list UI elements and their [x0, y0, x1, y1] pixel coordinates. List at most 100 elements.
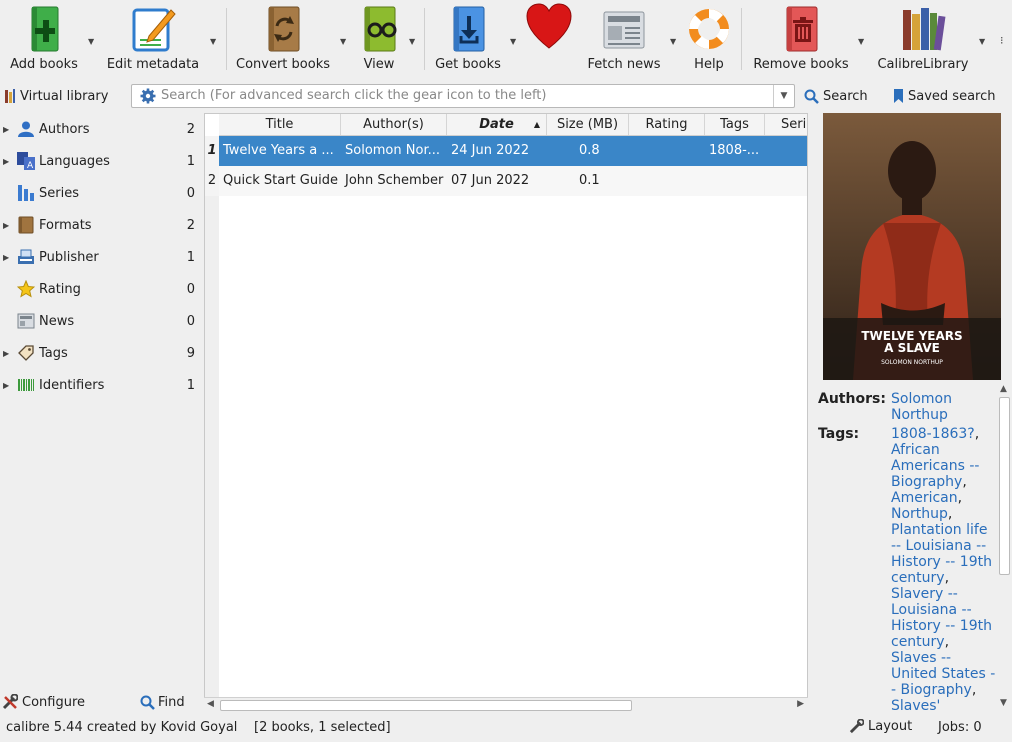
- tag-browser-series[interactable]: Series 0: [0, 177, 203, 209]
- search-button[interactable]: Search: [804, 86, 868, 106]
- tools-icon: [849, 719, 864, 734]
- scroll-down-arrow-icon[interactable]: ▼: [1000, 698, 1007, 708]
- tag-browser-news[interactable]: News 0: [0, 305, 203, 337]
- tag-browser-authors[interactable]: ▶ Authors 2: [0, 113, 203, 145]
- tag-browser-label: Series: [39, 185, 79, 201]
- horizontal-scrollbar[interactable]: ◀ ▶: [204, 697, 808, 713]
- saved-search-button[interactable]: Saved search: [893, 86, 995, 106]
- scroll-left-arrow-icon[interactable]: ◀: [207, 699, 214, 709]
- tag-browser-tags[interactable]: ▶ Tags 9: [0, 337, 203, 369]
- table-row[interactable]: Twelve Years a ... Solomon Nor... 24 Jun…: [219, 136, 807, 166]
- expand-arrow-icon[interactable]: ▶: [3, 157, 9, 166]
- virtual-library-label: Virtual library: [20, 88, 109, 104]
- expand-arrow-icon[interactable]: ▶: [3, 125, 9, 134]
- remove-books-dropdown[interactable]: ▼: [858, 37, 864, 46]
- search-placeholder: Search (For advanced search click the ge…: [161, 88, 547, 103]
- tag-link[interactable]: Slaves -- United States -- Biography: [891, 650, 995, 698]
- tag-link[interactable]: 1808-1863?: [891, 426, 975, 442]
- edit-metadata-label: Edit metadata: [106, 57, 200, 72]
- row-number[interactable]: 2: [205, 166, 219, 196]
- expand-arrow-icon[interactable]: ▶: [3, 221, 9, 230]
- tag-link[interactable]: Slavery -- Louisiana -- History -- 19th …: [891, 586, 992, 650]
- tag-browser-rating[interactable]: Rating 0: [0, 273, 203, 305]
- remove-books-button[interactable]: Remove books: [748, 0, 854, 78]
- view-button[interactable]: View: [352, 0, 406, 78]
- help-button[interactable]: Help: [682, 0, 736, 78]
- configure-button[interactable]: Configure: [2, 692, 85, 712]
- convert-books-button[interactable]: Convert books: [232, 0, 334, 78]
- tag-link[interactable]: Slaves': [891, 698, 940, 713]
- fetch-news-icon: [603, 11, 645, 49]
- tag-browser-publisher[interactable]: ▶ Publisher 1: [0, 241, 203, 273]
- expand-arrow-icon[interactable]: ▶: [3, 349, 9, 358]
- expand-arrow-icon[interactable]: ▶: [3, 253, 9, 262]
- help-label: Help: [694, 57, 724, 72]
- search-history-dropdown[interactable]: ▼: [773, 85, 794, 107]
- authors-field-label: Authors:: [818, 391, 886, 407]
- toolbar-separator: [424, 8, 425, 70]
- edit-metadata-button[interactable]: Edit metadata: [104, 0, 202, 78]
- edit-metadata-dropdown[interactable]: ▼: [210, 37, 216, 46]
- tag-browser-label: Authors: [39, 121, 90, 137]
- table-row[interactable]: Quick Start Guide John Schember 07 Jun 2…: [219, 166, 807, 196]
- column-header-rating[interactable]: Rating: [629, 114, 705, 135]
- toolbar-overflow[interactable]: ⁝: [1000, 34, 1004, 47]
- tag-link[interactable]: Plantation life -- Louisiana -- History …: [891, 522, 992, 586]
- find-button[interactable]: Find: [140, 692, 185, 712]
- library-label: CalibreLibrary: [877, 57, 969, 72]
- get-books-button[interactable]: Get books: [430, 0, 506, 78]
- add-books-dropdown[interactable]: ▼: [88, 37, 94, 46]
- cell-authors: Solomon Nor...: [345, 143, 440, 158]
- tag-browser-count: 2: [186, 121, 195, 137]
- tag-browser-languages[interactable]: ▶ A Languages 1: [0, 145, 203, 177]
- tag-browser-count: 0: [186, 313, 195, 329]
- languages-icon: A: [17, 152, 35, 170]
- layout-label: Layout: [868, 719, 913, 734]
- status-book-count: [2 books, 1 selected]: [254, 720, 391, 735]
- library-dropdown[interactable]: ▼: [979, 37, 985, 46]
- get-books-dropdown[interactable]: ▼: [510, 37, 516, 46]
- gear-icon[interactable]: [140, 88, 156, 104]
- cover-image: TWELVE YEARS A SLAVE SOLOMON NORTHUP: [823, 113, 1001, 380]
- column-header-authors[interactable]: Author(s): [341, 114, 447, 135]
- fetch-news-button[interactable]: Fetch news: [584, 0, 664, 78]
- tag-browser-label: Identifiers: [39, 377, 105, 393]
- star-icon: [17, 280, 35, 298]
- tag-link[interactable]: American: [891, 490, 958, 506]
- search-input[interactable]: Search (For advanced search click the ge…: [131, 84, 795, 108]
- column-header-size[interactable]: Size (MB): [547, 114, 629, 135]
- tag-browser-formats[interactable]: ▶ Formats 2: [0, 209, 203, 241]
- virtual-library-button[interactable]: Virtual library: [4, 86, 108, 106]
- tags-icon: [18, 345, 34, 361]
- add-books-button[interactable]: Add books: [2, 0, 86, 78]
- column-header-date[interactable]: Date ▲: [447, 114, 547, 135]
- view-dropdown[interactable]: ▼: [409, 37, 415, 46]
- scrollbar-thumb[interactable]: [220, 700, 632, 711]
- tag-browser-identifiers[interactable]: ▶ Identifiers 1: [0, 369, 203, 401]
- scrollbar-thumb[interactable]: [999, 397, 1010, 575]
- details-vertical-scrollbar[interactable]: ▲ ▼: [998, 384, 1012, 714]
- find-icon: [140, 695, 155, 710]
- scroll-right-arrow-icon[interactable]: ▶: [797, 699, 804, 709]
- column-header-tags[interactable]: Tags: [705, 114, 765, 135]
- scroll-up-arrow-icon[interactable]: ▲: [1000, 384, 1007, 394]
- barcode-icon: [18, 379, 34, 391]
- book-cover[interactable]: TWELVE YEARS A SLAVE SOLOMON NORTHUP: [823, 113, 1001, 380]
- column-header-title[interactable]: Title: [219, 114, 341, 135]
- jobs-indicator[interactable]: Jobs: 0: [938, 720, 982, 735]
- convert-books-dropdown[interactable]: ▼: [340, 37, 346, 46]
- book-list-table: Title Author(s) Date ▲ Size (MB) Rating …: [204, 113, 808, 713]
- fetch-news-dropdown[interactable]: ▼: [670, 37, 676, 46]
- column-header-series[interactable]: Series: [765, 114, 807, 135]
- tag-link[interactable]: Northup: [891, 506, 948, 522]
- row-number[interactable]: 1: [205, 136, 219, 166]
- authors-link[interactable]: Solomon Northup: [891, 391, 996, 423]
- donate-button[interactable]: [522, 0, 576, 78]
- library-button[interactable]: CalibreLibrary: [874, 0, 972, 78]
- cell-rating: [629, 136, 705, 166]
- search-button-label: Search: [823, 88, 868, 104]
- cell-size: 0.8: [579, 143, 600, 158]
- search-icon: [804, 89, 819, 104]
- expand-arrow-icon[interactable]: ▶: [3, 381, 9, 390]
- layout-button[interactable]: Layout: [849, 719, 912, 734]
